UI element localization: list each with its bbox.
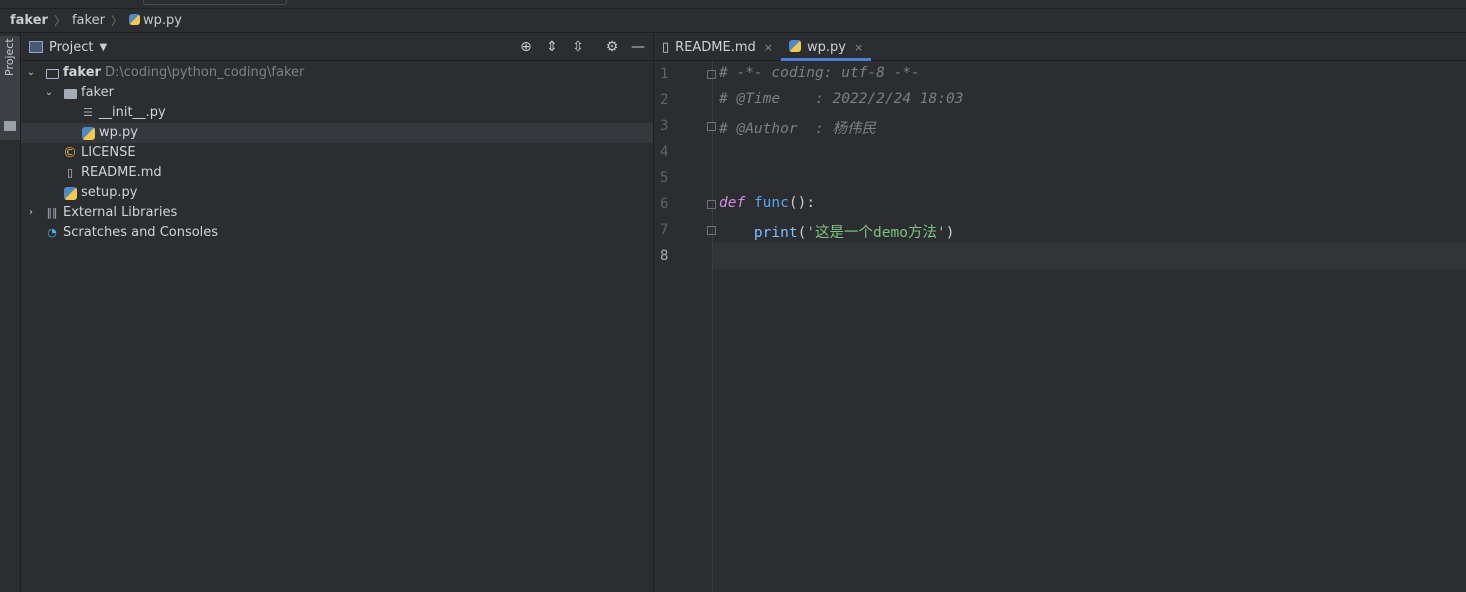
copyright-icon: © [63,145,77,161]
current-line-highlight [713,243,1466,269]
tree-item-license[interactable]: © LICENSE [21,143,653,163]
minimize-icon[interactable]: — [629,38,647,56]
line-number: 8 [660,248,669,264]
fold-marker-icon[interactable] [707,122,716,131]
expand-all-icon[interactable]: ⇕ [543,38,561,56]
code-editor[interactable]: 1 2 3 4 5 6 7 8 # -*- coding: utf-8 -*- … [654,61,1466,592]
chevron-down-icon[interactable]: ▼ [99,42,107,53]
close-icon[interactable]: × [854,41,863,54]
line-number: 4 [660,144,669,160]
code-line-7: print('这是一个demo方法') [719,221,955,242]
tree-item-setup[interactable]: setup.py [21,183,653,203]
breadcrumb-item-folder[interactable]: faker [72,13,105,28]
tree-item-label: External Libraries [63,205,178,220]
gutter: 1 2 3 4 5 6 7 8 [654,61,712,592]
package-folder-icon [63,86,77,100]
chevron-right-icon[interactable]: › [25,203,37,223]
punctuation: (): [788,195,816,211]
code-line-3: # @Author : 杨伟民 [719,117,876,138]
libraries-icon: ‖‖ [46,206,58,219]
tree-item-root[interactable]: ⌄ faker D:\coding\python_coding\faker [21,63,653,83]
breadcrumb: faker 〉 faker 〉 wp.py [0,9,1466,33]
tree-item-path: D:\coding\python_coding\faker [105,65,305,80]
project-panel-title[interactable]: Project [49,40,93,55]
tree-item-label: wp.py [99,125,138,140]
builtin: print [753,225,798,241]
gear-icon[interactable]: ⚙ [603,38,621,56]
tree-item-label: Scratches and Consoles [63,225,219,240]
line-number: 7 [660,222,669,238]
code-line-2: # @Time : 2022/2/24 18:03 [719,91,963,107]
line-number: 2 [660,92,669,108]
comment: # -*- coding: utf-8 -*- [719,65,920,81]
comment: # @Author : 杨伟民 [719,121,876,137]
tree-item-external-libraries[interactable]: › ‖‖ External Libraries [21,203,653,223]
tree-item-label: README.md [81,165,162,180]
chevron-right-icon: 〉 [110,14,123,28]
tree-item-init[interactable]: ☰ __init__.py [21,103,653,123]
function-name: func [753,195,789,211]
tree-item-label: faker [81,85,114,100]
locate-icon[interactable]: ⊕ [517,38,535,56]
breadcrumb-item-project[interactable]: faker [10,13,48,28]
chevron-down-icon[interactable]: ⌄ [25,63,37,83]
tree-item-label: __init__.py [99,105,166,120]
tab-readme[interactable]: ▯ README.md × [654,34,781,60]
python-file-icon [789,39,802,55]
left-tool-strip: Project [0,34,21,592]
close-icon[interactable]: × [764,41,773,54]
punctuation: ( [797,225,807,241]
keyword: def [719,195,746,211]
fold-marker-icon[interactable] [707,226,716,235]
tree-item-package[interactable]: ⌄ faker [21,83,653,103]
python-file-icon [128,13,140,28]
project-panel-header: Project ▼ ⊕ ⇕ ⇳ ⚙ — [21,34,653,61]
markdown-file-icon: ▯ [66,166,74,179]
string-literal: '这是一个demo方法' [806,225,946,241]
project-panel-tools: ⊕ ⇕ ⇳ ⚙ — [517,38,647,56]
code-line-6: def func(): [719,195,815,211]
project-tool-tab-label: Project [3,38,16,76]
line-number: 3 [660,118,669,134]
tab-wp[interactable]: wp.py × [781,34,872,61]
scratches-icon: ◔ [47,226,57,239]
project-view-icon [29,41,43,53]
editor-area: ▯ README.md × wp.py × 1 2 3 4 5 6 7 8 # … [654,34,1466,592]
line-number: 6 [660,196,669,212]
project-panel: Project ▼ ⊕ ⇕ ⇳ ⚙ — ⌄ faker D:\coding\py… [21,34,654,592]
folder-icon [45,66,59,80]
tree-item-wp[interactable]: wp.py [21,123,653,143]
tree-item-readme[interactable]: ▯ README.md [21,163,653,183]
python-file-icon [63,186,77,200]
top-toolbar-strip [0,0,1466,9]
tree-item-scratches[interactable]: ◔ Scratches and Consoles [21,223,653,243]
tree-item-label: faker [63,65,101,80]
folder-icon [4,121,16,131]
comment: # @Time : 2022/2/24 18:03 [719,91,964,107]
python-module-icon: ☰ [83,106,93,119]
editor-tabs: ▯ README.md × wp.py × [654,34,1466,61]
python-file-icon [81,126,95,140]
chevron-right-icon: 〉 [53,14,66,28]
fold-marker-icon[interactable] [707,200,716,209]
gutter-separator [712,61,713,592]
markdown-file-icon: ▯ [662,39,670,55]
toolbar-fragment [143,0,287,5]
project-tool-tab[interactable]: Project [0,36,20,140]
tree-item-label: setup.py [81,185,138,200]
project-tree: ⌄ faker D:\coding\python_coding\faker ⌄ … [21,63,653,243]
tab-label: wp.py [807,39,846,55]
line-number: 1 [660,66,669,82]
tab-label: README.md [675,39,756,55]
code-line-1: # -*- coding: utf-8 -*- [719,65,920,81]
breadcrumb-item-file[interactable]: wp.py [143,13,182,28]
collapse-all-icon[interactable]: ⇳ [569,38,587,56]
punctuation: ) [945,225,955,241]
chevron-down-icon[interactable]: ⌄ [43,83,55,103]
tree-item-label: LICENSE [81,145,136,160]
fold-marker-icon[interactable] [707,70,716,79]
line-number: 5 [660,170,669,186]
